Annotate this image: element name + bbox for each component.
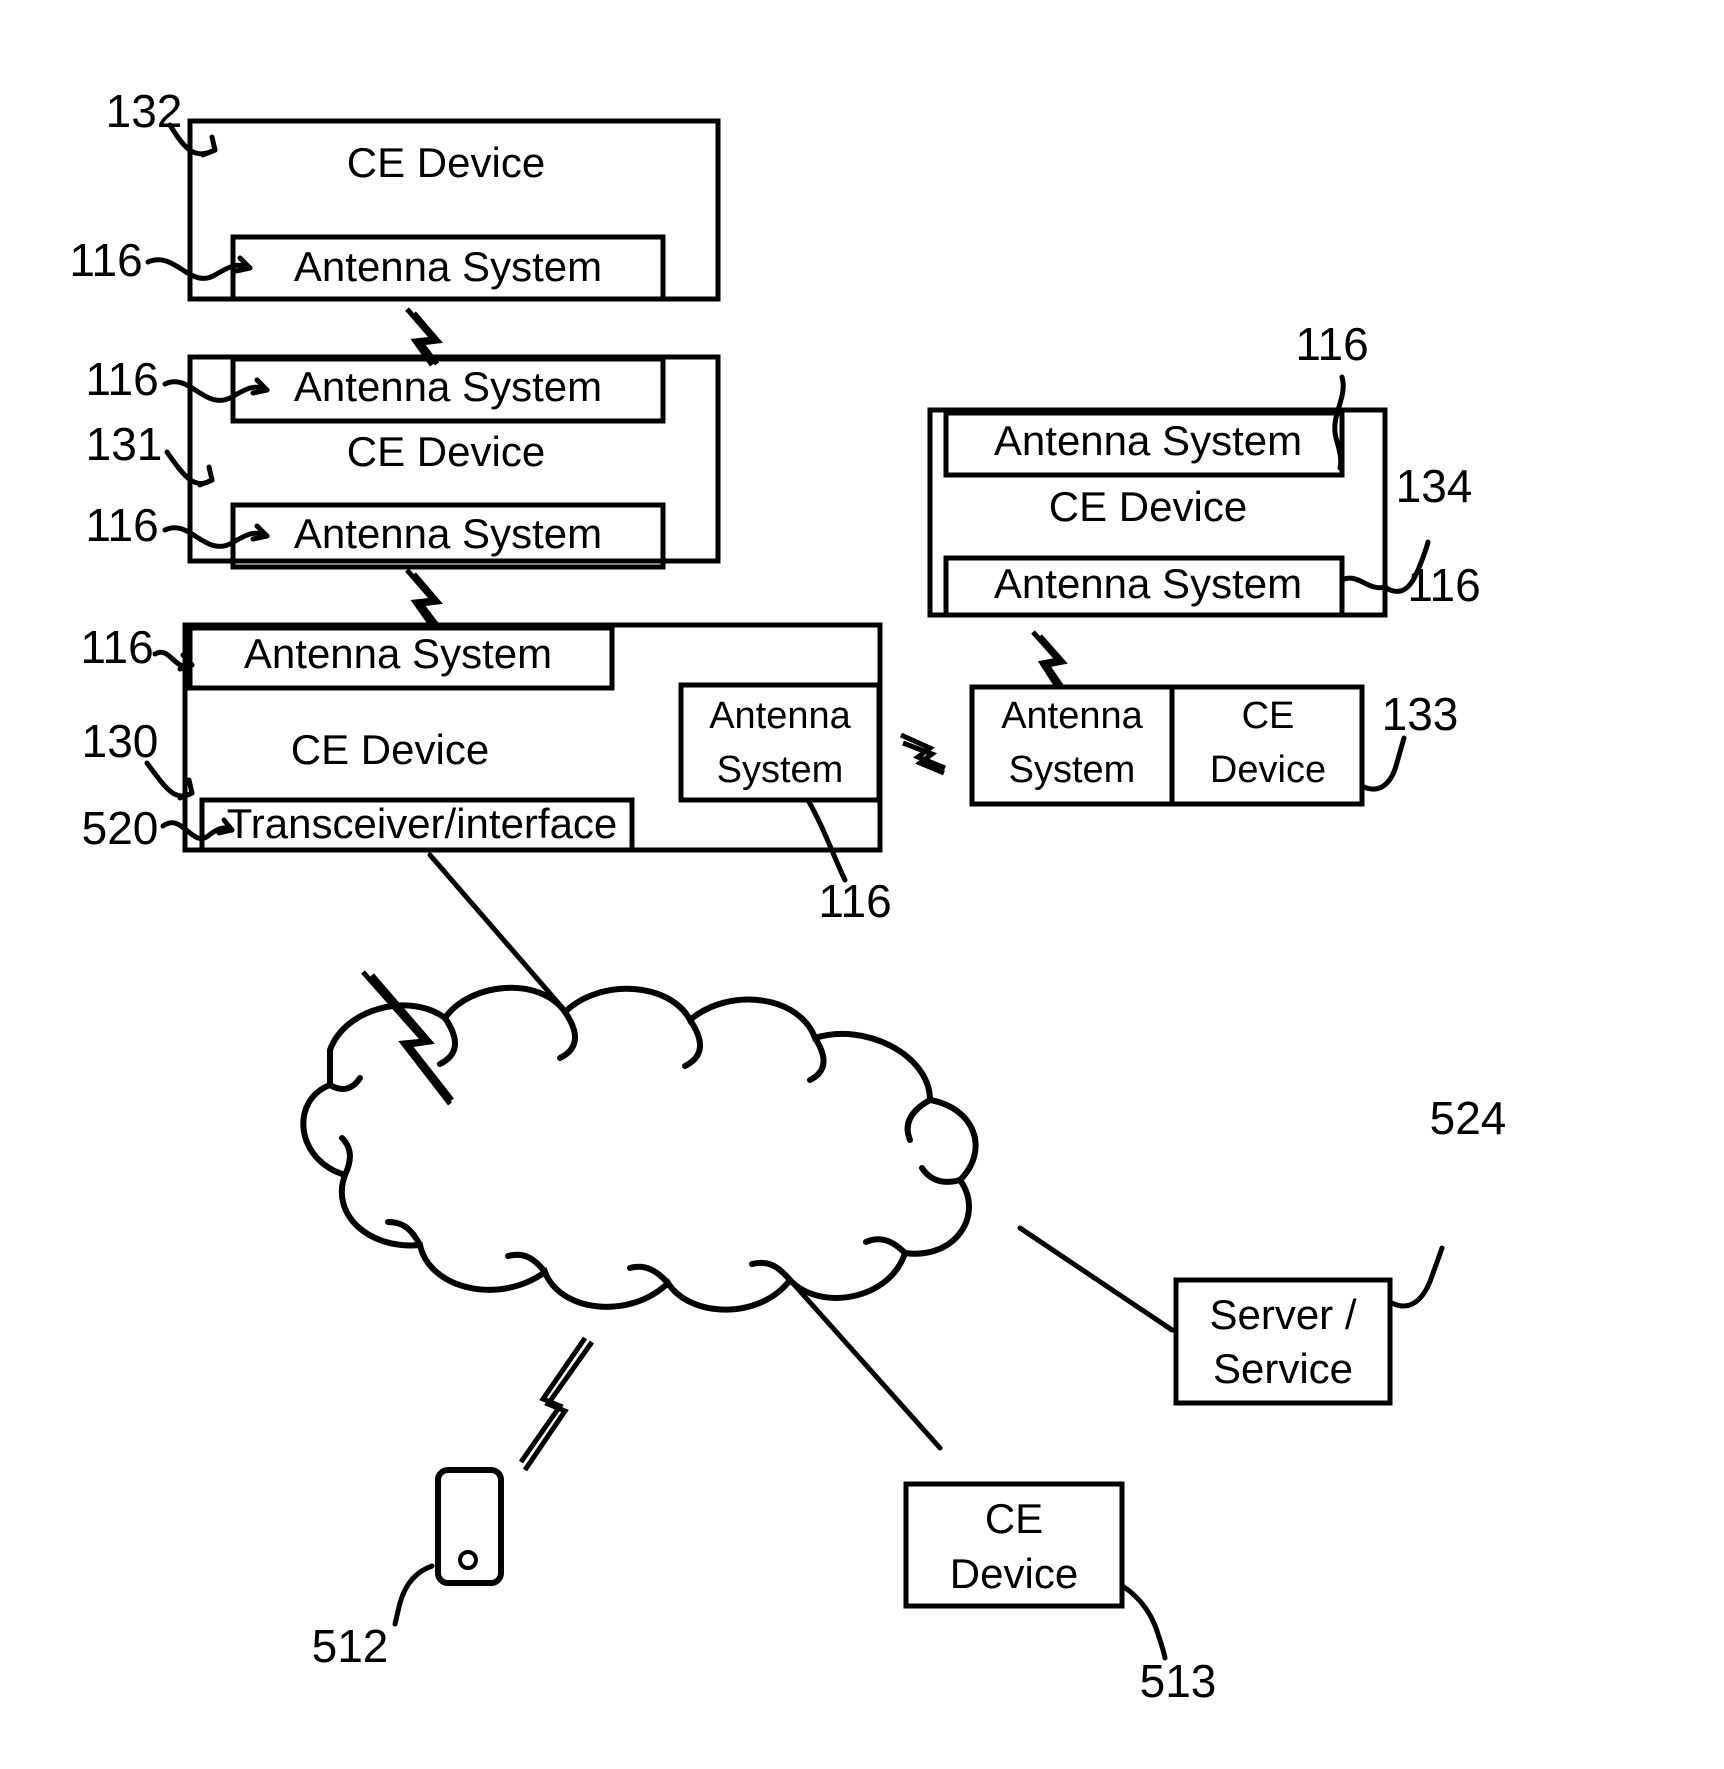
ref-numeral-116d: 116 xyxy=(80,621,153,673)
ref-numeral-132: 132 xyxy=(106,85,183,137)
phone-512-home-button-icon xyxy=(458,1550,478,1570)
antenna-system-116c-label: Antenna System xyxy=(294,510,602,557)
cloud-scallop-9 xyxy=(627,1263,671,1286)
cloud-scallop-7 xyxy=(863,1236,908,1256)
wireless-link-131-130 xyxy=(405,568,443,628)
leader-line-524 xyxy=(1389,1245,1445,1309)
network-cloud-group xyxy=(300,984,979,1313)
ce-device-134-label: CE Device xyxy=(1049,483,1247,530)
wireless-link-134-133 xyxy=(1031,630,1068,690)
ref-numeral-116b: 116 xyxy=(85,353,158,405)
ref-numeral-130: 130 xyxy=(82,715,159,767)
ce-device-132-group: CE Device Antenna System 132 116 xyxy=(69,85,721,302)
antenna-system-116h-line1: Antenna xyxy=(1001,695,1143,737)
antenna-system-116e-group: Antenna System 116 xyxy=(678,682,892,927)
ref-numeral-116c: 116 xyxy=(85,499,158,551)
cloud-scallop-8 xyxy=(749,1259,793,1283)
leader-line-116e xyxy=(805,797,848,883)
server-service-524-group: Server / Service 524 xyxy=(1173,1092,1507,1406)
ce-device-134-group: Antenna System CE Device Antenna System … xyxy=(927,318,1481,618)
antenna-system-116h-line2: System xyxy=(1009,749,1136,791)
leader-arrow-132 xyxy=(200,134,218,158)
ref-numeral-524: 524 xyxy=(1430,1092,1507,1144)
connector-cloud-ce-513 xyxy=(787,1277,943,1451)
ce-device-130-label: CE Device xyxy=(291,726,489,773)
antenna-system-116e-line1: Antenna xyxy=(709,695,851,737)
phone-512-group: 512 xyxy=(312,1467,504,1672)
server-service-524-line1: Server / xyxy=(1209,1291,1356,1338)
wireless-link-130-cloud xyxy=(361,970,454,1106)
ref-numeral-133: 133 xyxy=(1382,688,1459,740)
leader-line-512 xyxy=(392,1563,435,1627)
figure-canvas: CE Device Antenna System 132 116 Antenna… xyxy=(69,85,1507,1707)
ref-numeral-116g: 116 xyxy=(1407,559,1480,611)
leader-line-133 xyxy=(1361,735,1407,792)
cloud-scallop-3 xyxy=(682,1017,703,1069)
antenna-system-116b-label: Antenna System xyxy=(294,363,602,410)
cloud-scallop-4 xyxy=(807,1035,827,1083)
wireless-link-116e-133 xyxy=(899,732,946,776)
ce-device-133-line2: Device xyxy=(1210,749,1326,791)
cloud-scallop-12 xyxy=(339,1135,353,1178)
ref-numeral-116e: 116 xyxy=(818,875,891,927)
ce-device-133-group: Antenna System CE Device 133 xyxy=(969,684,1459,807)
transceiver-interface-520-label: Transceiver/interface xyxy=(227,800,618,847)
ce-device-131-label: CE Device xyxy=(347,428,545,475)
antenna-system-116e-line2: System xyxy=(717,749,844,791)
ref-numeral-116f: 116 xyxy=(1295,318,1368,370)
cloud-scallop-5 xyxy=(904,1097,933,1143)
server-service-524-line2: Service xyxy=(1213,1345,1353,1392)
connector-transceiver-cloud xyxy=(427,852,563,1008)
antenna-system-116g-label: Antenna System xyxy=(994,560,1302,607)
cloud-scallop-1 xyxy=(437,1015,458,1067)
antenna-system-116d-label: Antenna System xyxy=(244,630,552,677)
wireless-link-cloud-phone xyxy=(518,1336,595,1472)
cloud-scallop-10 xyxy=(505,1251,548,1275)
ref-numeral-134: 134 xyxy=(1396,460,1473,512)
ref-numeral-116a: 116 xyxy=(69,234,142,286)
antenna-system-116a-label: Antenna System xyxy=(294,243,602,290)
ce-device-513-group: CE Device 513 xyxy=(903,1481,1217,1707)
ref-numeral-520: 520 xyxy=(82,802,159,854)
cloud-scallop-6 xyxy=(919,1165,963,1185)
cloud-scallop-13 xyxy=(327,1075,363,1093)
ce-device-132-label: CE Device xyxy=(347,139,545,186)
antenna-system-116f-label: Antenna System xyxy=(994,417,1302,464)
ref-numeral-513: 513 xyxy=(1140,1655,1217,1707)
cloud-scallop-2 xyxy=(557,1009,578,1061)
connector-cloud-server xyxy=(1017,1225,1175,1333)
ce-device-513-line1: CE xyxy=(985,1495,1043,1542)
ce-device-130-group: Antenna System CE Device Transceiver/int… xyxy=(80,621,883,854)
leader-line-116g xyxy=(1339,575,1389,591)
ce-device-133-line1: CE xyxy=(1242,695,1295,737)
leader-arrow-131 xyxy=(197,464,215,488)
cloud-shape[interactable] xyxy=(300,984,979,1313)
ref-numeral-512: 512 xyxy=(312,1620,389,1672)
ce-device-131-group: Antenna System CE Device Antenna System … xyxy=(85,353,721,570)
leader-line-513 xyxy=(1121,1584,1168,1661)
patent-figure: CE Device Antenna System 132 116 Antenna… xyxy=(0,0,1724,1769)
ce-device-513-line2: Device xyxy=(950,1550,1078,1597)
ref-numeral-131: 131 xyxy=(86,418,163,470)
